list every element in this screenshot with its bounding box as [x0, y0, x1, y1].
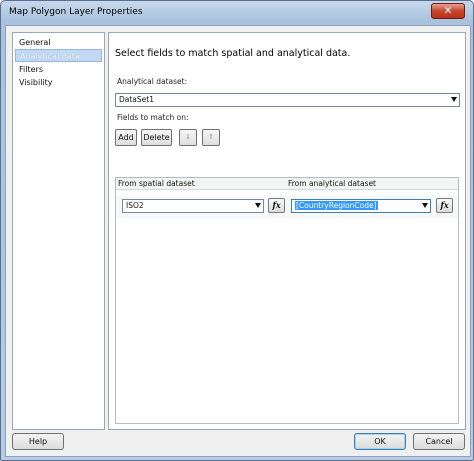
ok-button[interactable]: OK: [354, 433, 406, 450]
nav-item-visibility[interactable]: Visibility: [15, 76, 102, 89]
help-button[interactable]: Help: [12, 433, 64, 450]
cancel-button[interactable]: Cancel: [413, 433, 465, 450]
nav-pane: General Analytical data Filters Visibili…: [12, 32, 105, 430]
chevron-down-icon: [255, 203, 261, 208]
move-up-icon[interactable]: ⇑: [202, 129, 220, 146]
analytical-dataset-value: DataSet1: [119, 95, 154, 104]
add-button[interactable]: Add: [115, 129, 137, 146]
dialog-client: General Analytical data Filters Visibili…: [5, 25, 471, 457]
window-title: Map Polygon Layer Properties: [9, 7, 143, 17]
grid-header: From spatial dataset From analytical dat…: [116, 178, 458, 190]
analytical-field-value: [CountryRegionCode]: [295, 201, 378, 210]
analytical-field-select[interactable]: [CountryRegionCode]: [291, 199, 431, 213]
nav-item-general[interactable]: General: [15, 36, 102, 49]
main-pane: Select fields to match spatial and analy…: [108, 32, 466, 430]
chevron-down-icon: [451, 97, 457, 102]
close-button[interactable]: ✕: [431, 3, 465, 19]
title-bar[interactable]: Map Polygon Layer Properties ✕: [1, 1, 473, 25]
move-down-icon[interactable]: ⇓: [179, 129, 197, 146]
column-header-analytical: From analytical dataset: [288, 179, 377, 188]
fields-to-match-label: Fields to match on:: [117, 113, 189, 122]
dialog-window: Map Polygon Layer Properties ✕ General A…: [0, 0, 474, 461]
chevron-down-icon: [422, 203, 428, 208]
table-row: ISO2 fx [CountryRegionCode] fx: [116, 196, 458, 218]
delete-button[interactable]: Delete: [141, 129, 172, 146]
analytical-dataset-select[interactable]: DataSet1: [115, 93, 460, 107]
spatial-expression-button[interactable]: fx: [268, 198, 285, 213]
field-mapping-grid: From spatial dataset From analytical dat…: [115, 177, 459, 424]
spatial-field-select[interactable]: ISO2: [122, 199, 264, 213]
spatial-field-value: ISO2: [126, 201, 144, 210]
page-heading: Select fields to match spatial and analy…: [115, 48, 351, 59]
analytical-dataset-label: Analytical dataset:: [117, 77, 188, 86]
nav-item-filters[interactable]: Filters: [15, 63, 102, 76]
analytical-expression-button[interactable]: fx: [436, 198, 453, 213]
nav-item-analytical-data[interactable]: Analytical data: [15, 49, 102, 62]
column-header-spatial: From spatial dataset: [118, 179, 195, 188]
